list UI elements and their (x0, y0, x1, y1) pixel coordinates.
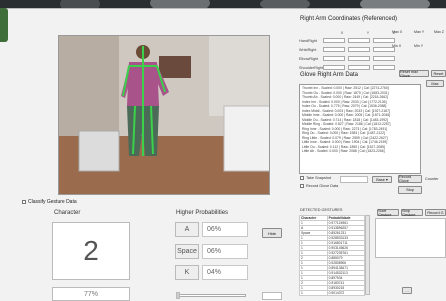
side-handle[interactable] (0, 8, 8, 42)
min-x-label: Min X (392, 44, 402, 48)
mode-select-value: Base (376, 177, 385, 182)
row-label: HandRight (299, 38, 317, 43)
min-y-label: Min Y (414, 44, 424, 48)
mode-select[interactable]: Base ▾ (372, 176, 392, 183)
prob-value-a: 06% (202, 222, 248, 237)
col-x: X (340, 30, 344, 35)
row-label: ShoulderRight (299, 65, 324, 70)
stop-gesture-button[interactable]: Stop Gesture (401, 209, 423, 217)
counter-label: Counter (425, 177, 439, 181)
prob-value-space: 06% (202, 244, 248, 259)
start-gesture-button[interactable]: Start Gesture (377, 209, 399, 217)
max-y-label: Max Y (414, 30, 425, 34)
reset-min-button[interactable]: Reset (431, 70, 446, 77)
coords-title: Right Arm Coordinates (Referenced) (300, 16, 398, 22)
max-z-label: Max Z (434, 30, 444, 34)
confidence-display: 77% (52, 287, 130, 301)
prob-value-k: 04% (202, 265, 248, 280)
character-cell: 1 (299, 290, 328, 296)
classify-checkbox[interactable] (22, 199, 26, 204)
coord-field (348, 65, 370, 70)
coord-field (348, 47, 370, 52)
gesture-log-area[interactable] (375, 218, 446, 258)
prob-key-k: K (175, 265, 199, 280)
coord-field (373, 56, 395, 61)
coord-field (323, 65, 345, 70)
max-button[interactable]: Max (426, 80, 444, 87)
camera-feed (58, 35, 270, 195)
coord-field (323, 47, 345, 52)
stop-button[interactable]: Stop (398, 186, 422, 194)
table-row[interactable]: 1 0.9014372 (299, 290, 366, 296)
prob-key-space: Space (175, 244, 199, 259)
classify-title: Classify Gesture Data (22, 199, 77, 205)
name-input[interactable] (340, 176, 368, 183)
small-action-button[interactable]: … (402, 287, 412, 294)
row-label: WristRight (299, 47, 317, 52)
glove-line: Little Ab - Scaled: 0.000 | Raw: 2088 | … (302, 149, 385, 153)
character-label: Character (54, 210, 81, 216)
col-y: Y (366, 30, 370, 35)
threshold-field[interactable] (262, 292, 282, 300)
glove-data-list: Thumb Inn - Scaled: 0.000 | Raw: 2512 | … (299, 84, 421, 174)
coord-field (348, 38, 370, 43)
character-display: 2 (52, 222, 130, 280)
take-snapshot-checkbox[interactable] (300, 176, 304, 180)
detected-scrollbar[interactable] (365, 215, 370, 295)
higher-probabilities-label: Higher Probabilities (176, 210, 229, 216)
threshold-slider-thumb[interactable] (176, 292, 180, 299)
threshold-slider-track[interactable] (176, 294, 246, 297)
detected-gestures-table: Character Probabilidade 1 0.977124961 A 0.913… (299, 215, 366, 296)
classify-title-label: Classify Gesture Data (28, 199, 77, 205)
glove-title: Glove Right Arm Data (300, 72, 359, 78)
coord-field (373, 38, 395, 43)
coord-field (348, 56, 370, 61)
detected-title: DETECTED GESTURES (300, 208, 343, 212)
record-glove-button[interactable]: Record Glove (398, 175, 422, 183)
row-label: ElbowRight (299, 56, 319, 61)
coord-row: ElbowRight (299, 55, 446, 62)
record-glove-checkbox[interactable] (300, 184, 304, 188)
coord-field (373, 65, 395, 70)
probability-cell: 0.9014372 (326, 290, 366, 296)
coord-field (323, 38, 345, 43)
take-snapshot-option[interactable]: Take Snapshot (300, 176, 331, 180)
max-x-label: Max X (392, 30, 403, 34)
kinect-skeleton-view (59, 36, 269, 194)
hide-button[interactable]: Hide (262, 228, 282, 238)
record-gesture-button[interactable]: Record G (425, 209, 446, 216)
coord-row: HandRight (299, 37, 446, 44)
take-snapshot-label: Take Snapshot (306, 176, 332, 180)
reset-max-glove-button[interactable]: Reset max Glove (399, 70, 429, 78)
coord-row: WristRight (299, 46, 446, 53)
prob-key-a: A (175, 222, 199, 237)
record-glove-option[interactable]: Record Glove Data (300, 184, 338, 188)
record-glove-label: Record Glove Data (306, 184, 339, 188)
coords-panel: X Y Z HandRight WristRight ElbowRight Sh… (299, 30, 446, 71)
coord-field (323, 56, 345, 61)
